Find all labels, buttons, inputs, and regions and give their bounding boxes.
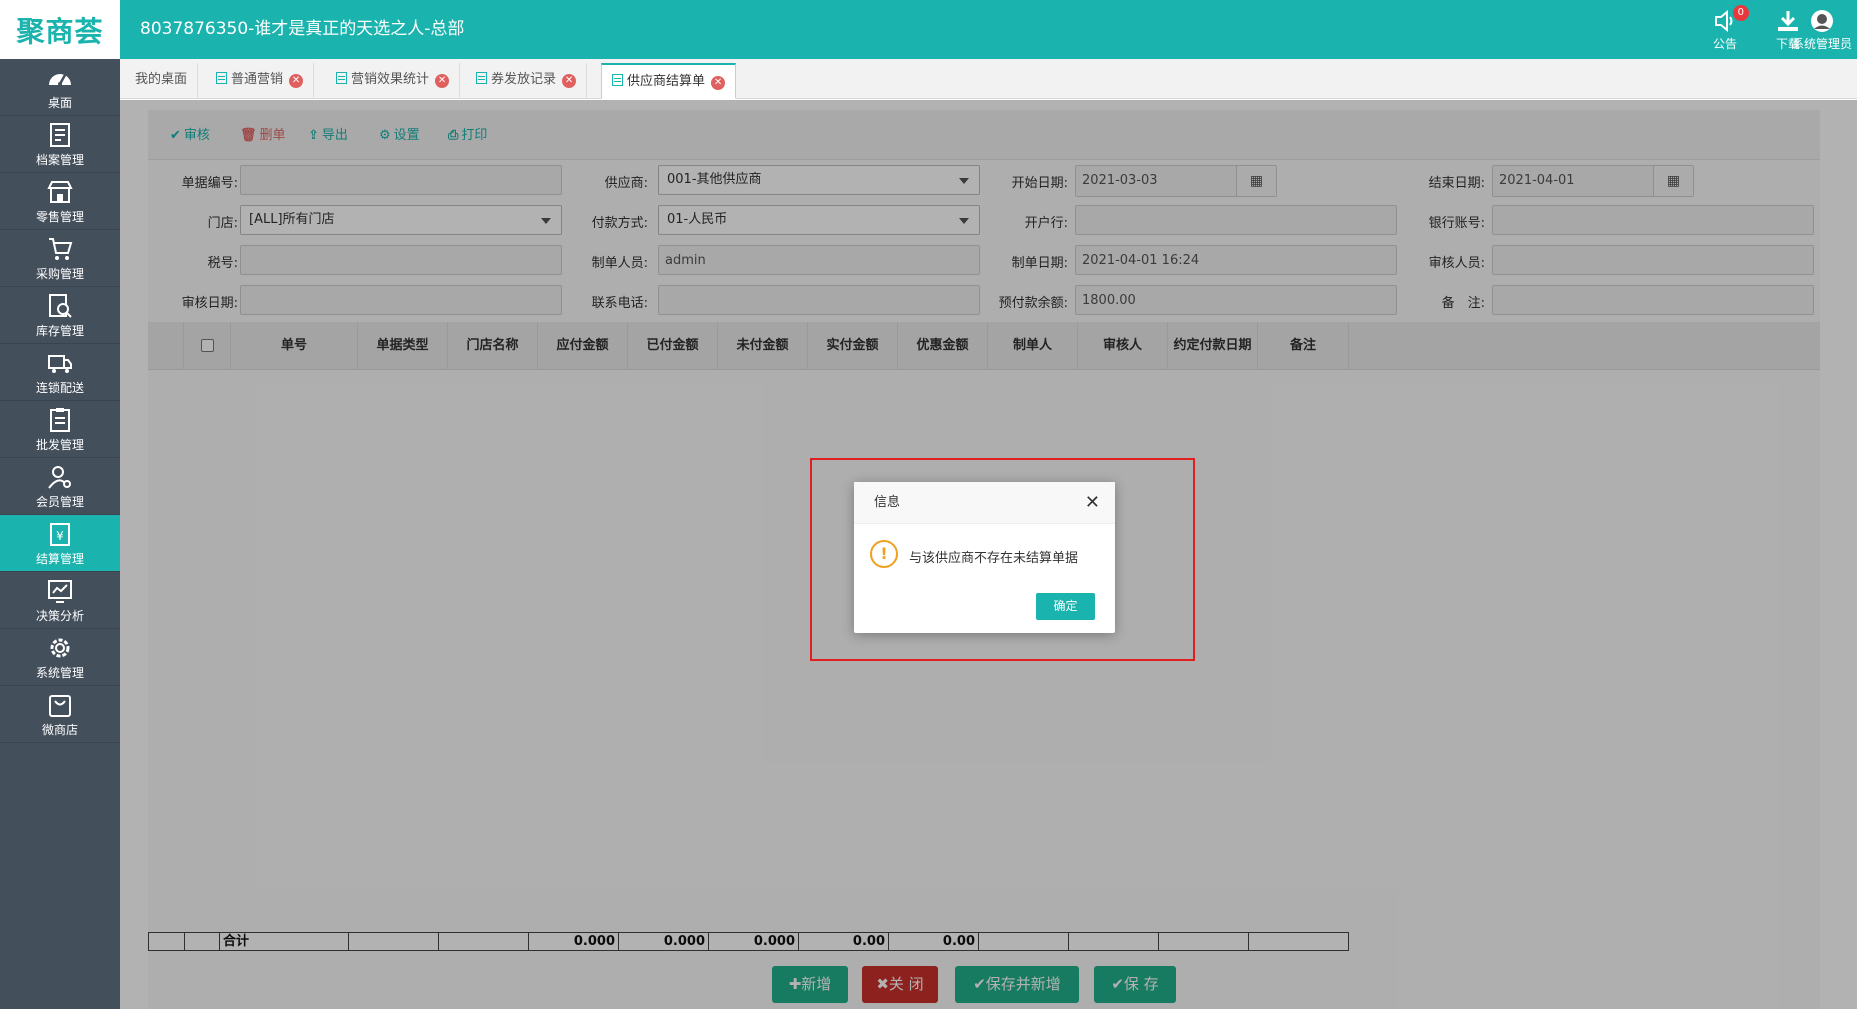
app-logo[interactable]: 聚商荟 (0, 0, 120, 59)
tab-bar: 我的桌面 普通营销 ✕ 营销效果统计 ✕ 券发放记录 ✕ 供应商结算单 ✕ (120, 59, 1857, 99)
store-icon (47, 181, 73, 203)
settlement-icon: ¥ (50, 523, 70, 546)
sidebar-item-settlement[interactable]: ¥ 结算管理 (0, 515, 120, 572)
sidebar-item-desktop[interactable]: 桌面 (0, 59, 120, 116)
sidebar-item-distribution[interactable]: 连锁配送 (0, 344, 120, 401)
close-tab-icon[interactable]: ✕ (435, 74, 450, 88)
sidebar-item-microshop[interactable]: 微商店 (0, 686, 120, 743)
member-icon (48, 466, 71, 489)
svg-text:¥: ¥ (56, 529, 64, 543)
dialog-ok-button[interactable]: 确定 (1036, 593, 1095, 620)
sidebar: 桌面 档案管理 零售管理 采购管理 库存管理 连锁配送 批发管理 会员管理 ¥ … (0, 59, 120, 1009)
cart-icon (49, 238, 73, 260)
sidebar-item-archive[interactable]: 档案管理 (0, 116, 120, 173)
chart-icon (48, 580, 72, 603)
close-tab-icon[interactable]: ✕ (562, 74, 577, 88)
sidebar-item-retail[interactable]: 零售管理 (0, 173, 120, 230)
close-icon[interactable]: ✕ (1085, 492, 1100, 513)
truck-icon (48, 355, 72, 373)
document-icon (612, 74, 623, 86)
user-menu-button[interactable]: 系统管理员 (1787, 8, 1857, 54)
document-icon (216, 72, 227, 84)
close-tab-icon[interactable]: ✕ (289, 74, 304, 88)
warning-icon: ! (870, 540, 898, 568)
sidebar-item-member[interactable]: 会员管理 (0, 458, 120, 515)
dialog-title: 信息 (854, 482, 1115, 524)
tab-supplier-settlement[interactable]: 供应商结算单 ✕ (601, 63, 737, 99)
info-dialog: 信息 ✕ ! 与该供应商不存在未结算单据 确定 (854, 482, 1115, 633)
sidebar-item-wholesale[interactable]: 批发管理 (0, 401, 120, 458)
sidebar-item-analysis[interactable]: 决策分析 (0, 572, 120, 629)
inventory-icon (49, 294, 72, 318)
sidebar-item-purchase[interactable]: 采购管理 (0, 230, 120, 287)
app-title: 8037876350-谁才是真正的天选之人-总部 (140, 19, 465, 39)
avatar-icon (1811, 10, 1833, 32)
top-header: 聚商荟 8037876350-谁才是真正的天选之人-总部 0 公告 下载 系统管… (0, 0, 1857, 59)
tab-my-desktop[interactable]: 我的桌面 (125, 63, 199, 99)
sidebar-item-system[interactable]: 系统管理 (0, 629, 120, 686)
sidebar-item-inventory[interactable]: 库存管理 (0, 287, 120, 344)
archive-icon (50, 123, 70, 147)
dialog-message: 与该供应商不存在未结算单据 (909, 551, 1079, 566)
document-icon (476, 72, 487, 84)
tab-coupon-records[interactable]: 券发放记录 ✕ (466, 63, 588, 99)
gear-icon (50, 638, 70, 658)
wholesale-icon (50, 408, 70, 432)
shop-bag-icon (49, 695, 71, 717)
announcement-badge: 0 (1732, 5, 1749, 21)
close-tab-icon[interactable]: ✕ (711, 76, 726, 90)
document-icon (336, 72, 347, 84)
tab-normal-marketing[interactable]: 普通营销 ✕ (206, 63, 315, 99)
dashboard-icon (49, 74, 71, 86)
tab-marketing-stats[interactable]: 营销效果统计 ✕ (326, 63, 461, 99)
announcement-button[interactable]: 0 公告 (1697, 5, 1753, 54)
